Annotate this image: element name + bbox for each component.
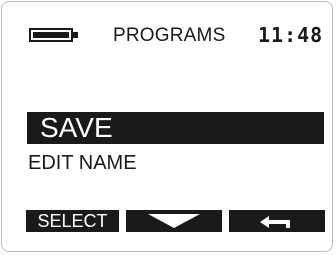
menu-item-edit-name[interactable]: EDIT NAME — [28, 151, 137, 175]
chevron-down-icon — [148, 214, 200, 228]
battery-icon — [29, 28, 73, 42]
back-softkey[interactable] — [229, 210, 325, 232]
menu-item-save[interactable]: SAVE — [27, 112, 324, 144]
down-softkey[interactable] — [126, 210, 222, 232]
device-screen: PROGRAMS 11:48 SAVE EDIT NAME SELECT — [1, 1, 333, 252]
select-softkey-label: SELECT — [37, 211, 108, 231]
clock-time: 11:48 — [258, 23, 324, 47]
battery-tip — [73, 32, 78, 38]
battery-level — [33, 32, 69, 38]
select-softkey[interactable]: SELECT — [26, 210, 119, 232]
screen-title: PROGRAMS — [113, 25, 226, 46]
back-arrow-icon — [260, 216, 290, 228]
